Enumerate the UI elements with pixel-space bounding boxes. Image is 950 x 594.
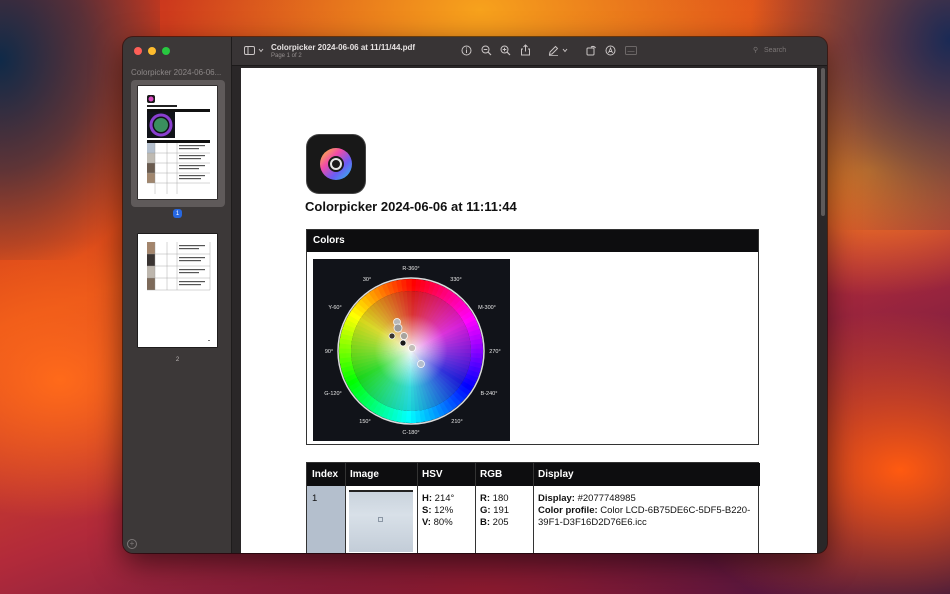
hsv-s-label: S: [422,505,432,516]
vertical-scrollbar[interactable] [821,68,825,216]
info-icon[interactable] [461,45,472,56]
table-header-rgb: RGB [475,463,533,486]
thumbnail-sidebar: Colorpicker 2024-06-06... 1 2 + [123,37,232,553]
hsv-v-label: V: [422,517,431,528]
page-number-1: 1 [173,209,182,218]
colors-section: Colors R-360° 330° M-300° 270° B-240° 21… [306,229,759,445]
page-thumbnail-1-preview [147,95,210,194]
sample-image-thumbnail [349,490,413,552]
zoom-out-icon[interactable] [481,45,492,56]
color-sample-dot [388,332,396,340]
table-cell-image [345,486,417,553]
document-page-info: Page 1 of 2 [271,53,302,59]
page-thumbnail-1[interactable] [138,86,217,199]
wheel-label-90: 90° [325,349,333,355]
table-cell-rgb: R: 180 G: 191 B: 205 [475,486,533,553]
color-sample-dot [417,360,425,368]
table-header-image: Image [345,463,417,486]
sample-crosshair-icon [378,517,383,522]
zoom-in-icon[interactable] [500,45,511,56]
page-thumbnail-2[interactable] [138,234,217,347]
hue-wheel-chart: R-360° 330° M-300° 270° B-240° 210° C-18… [313,259,510,441]
colorpicker-app-icon [307,135,365,193]
page-title: Colorpicker 2024-06-06 at 11:11:44 [305,199,517,214]
wheel-label-270: 270° [489,349,500,355]
document-viewer[interactable]: Colorpicker 2024-06-06 at 11:11:44 Color… [233,66,827,553]
hsv-v-value: 80% [433,517,453,528]
rgb-r-label: R: [480,493,491,504]
table-divider [475,463,476,553]
color-wheel-logo-icon [320,148,352,180]
rgb-r-value: 180 [492,493,509,504]
table-header-index: Index [307,463,345,486]
table-cell-display: Display: #2077748985 Color profile: Colo… [533,486,760,553]
share-icon[interactable] [520,44,531,56]
table-cell-index: 1 [312,493,318,504]
table-cell-hsv: H: 214° S: 12% V: 80% [417,486,475,553]
table-header-display: Display [533,463,760,486]
rgb-b-label: B: [480,517,491,528]
search-placeholder: Search [763,47,787,54]
pdf-page-1: Colorpicker 2024-06-06 at 11:11:44 Color… [241,68,817,553]
window-controls [134,47,170,55]
wheel-label-y: Y-60° [328,305,341,311]
document-title: Colorpicker 2024-06-06 at 11/11/44.pdf [271,43,416,52]
search-field[interactable]: ⚲ Search [753,44,811,57]
hsv-h-label: H: [422,493,433,504]
color-sample-dot [408,344,416,352]
wheel-label-b: B-240° [481,391,498,397]
table-row-swatch-cell: 1 [307,486,345,553]
close-button[interactable] [134,47,142,55]
sidebar-title: Colorpicker 2024-06-06... [131,68,222,77]
color-sample-dot [400,332,408,340]
minimize-button[interactable] [148,47,156,55]
rgb-b-value: 205 [492,517,509,528]
color-sample-dot [393,323,403,333]
wheel-label-r: R-360° [402,266,419,272]
sidebar-toggle-icon[interactable] [244,46,266,56]
wheel-label-210: 210° [451,419,462,425]
color-sample-dot [399,339,407,347]
wheel-label-c: C-180° [402,430,419,436]
annotate-icon[interactable] [605,45,616,56]
preview-window: Colorpicker 2024-06-06... 1 2 + Colorpic… [123,37,827,553]
table-divider [345,463,346,553]
zoom-button[interactable] [162,47,170,55]
search-icon: ⚲ [753,47,759,54]
wheel-label-330: 330° [450,277,461,283]
hsv-h-value: 214° [434,493,455,504]
form-fill-icon[interactable] [625,46,637,55]
table-header-hsv: HSV [417,463,475,486]
display-value: #2077748985 [577,493,636,504]
rgb-g-value: 191 [493,505,510,516]
rotate-icon[interactable] [586,45,597,56]
colors-table: Index Image HSV RGB Display 1 H: 214° S:… [306,462,760,553]
toolbar: Colorpicker 2024-06-06 at 11/11/44.pdf P… [232,37,827,66]
markup-pen-icon[interactable] [548,45,570,56]
wheel-label-m: M-300° [478,305,496,311]
page-thumbnail-2-preview [147,242,211,341]
page-number-2: 2 [175,357,180,363]
table-divider [417,463,418,553]
rgb-g-label: G: [480,505,491,516]
hue-wheel-svg: R-360° 330° M-300° 270° B-240° 210° C-18… [324,266,500,436]
display-label: Display: [538,493,575,504]
wheel-label-g: G-120° [324,391,342,397]
wheel-label-30: 30° [363,277,371,283]
color-profile-label: Color profile: [538,505,598,516]
wheel-label-150: 150° [359,419,370,425]
add-page-icon[interactable]: + [127,539,137,549]
table-divider [533,463,534,553]
colors-section-header: Colors [307,230,758,252]
hsv-s-value: 12% [434,505,454,516]
